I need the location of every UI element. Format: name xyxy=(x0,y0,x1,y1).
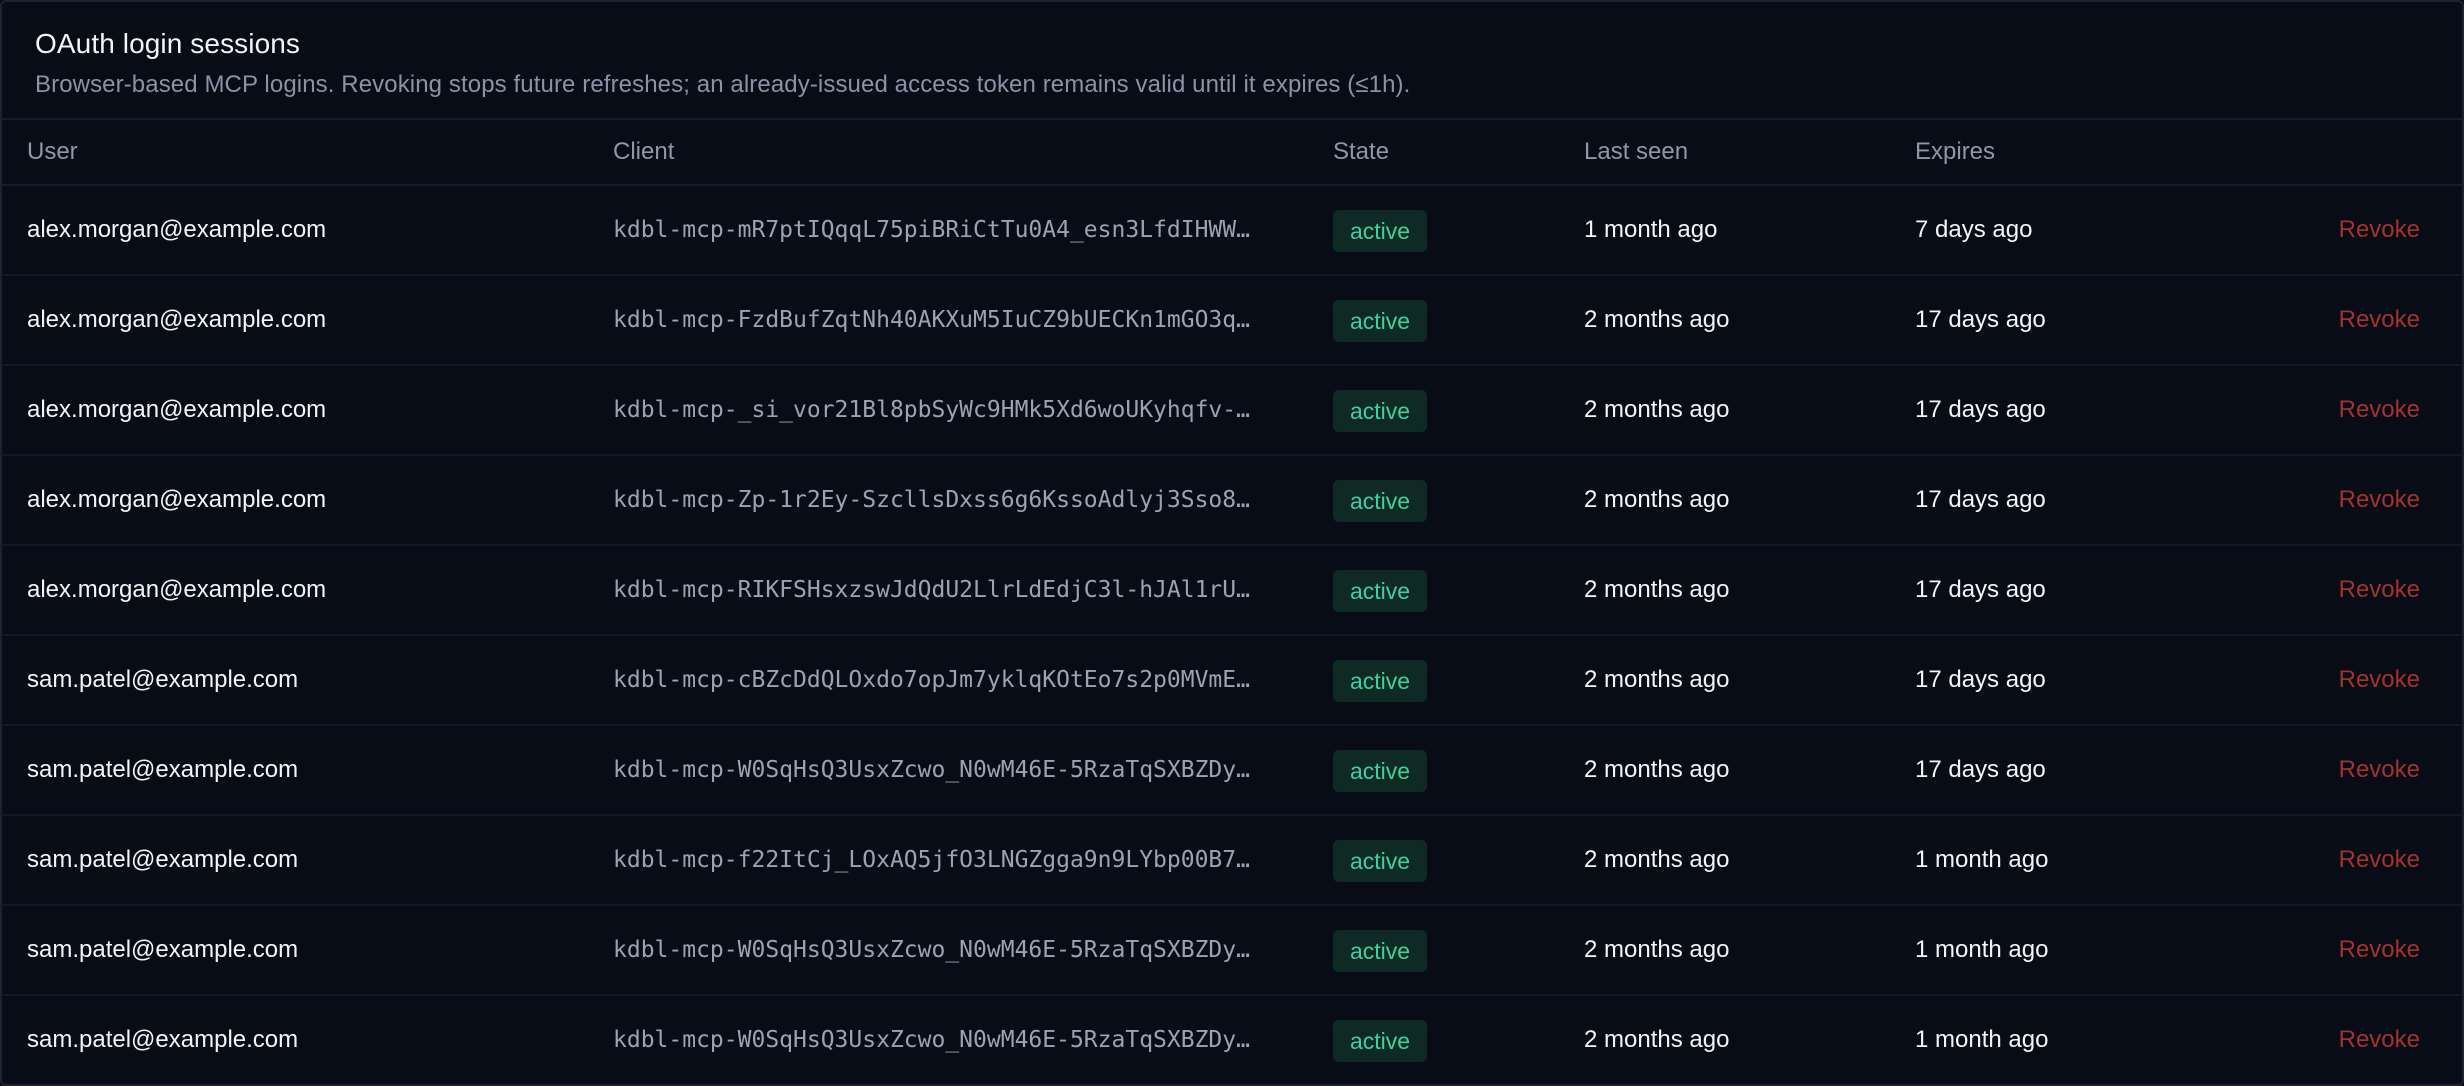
last-seen: 2 months ago xyxy=(1584,846,1730,873)
client-id: kdbl-mcp-mR7ptIQqqL75piBRiCtTu0A4_esn3Lf… xyxy=(613,217,1250,243)
last-seen: 2 months ago xyxy=(1584,666,1730,693)
revoke-button[interactable]: Revoke xyxy=(2339,636,2420,724)
table-row: alex.morgan@example.com kdbl-mcp-Zp-1r2E… xyxy=(2,456,2462,546)
user-email: sam.patel@example.com xyxy=(27,756,299,783)
expires: 17 days ago xyxy=(1915,666,2046,693)
page-title: OAuth login sessions xyxy=(35,28,301,59)
status-badge: active xyxy=(1333,569,1428,612)
client-id: kdbl-mcp-FzdBufZqtNh40AKXuM5IuCZ9bUECKn1… xyxy=(613,307,1250,333)
revoke-button[interactable]: Revoke xyxy=(2339,726,2420,814)
user-email: sam.patel@example.com xyxy=(27,936,299,963)
revoke-button[interactable]: Revoke xyxy=(2339,366,2420,454)
user-email: alex.morgan@example.com xyxy=(27,576,327,603)
last-seen: 2 months ago xyxy=(1584,1026,1730,1053)
last-seen: 2 months ago xyxy=(1584,756,1730,783)
column-header-expires: Expires xyxy=(1915,138,1996,165)
client-id: kdbl-mcp-f22ItCj_LOxAQ5jfO3LNGZgga9n9LYb… xyxy=(613,847,1250,873)
status-badge: active xyxy=(1333,1019,1428,1062)
status-badge: active xyxy=(1333,299,1428,342)
expires: 1 month ago xyxy=(1915,936,2049,963)
table-row: alex.morgan@example.com kdbl-mcp-mR7ptIQ… xyxy=(2,186,2462,276)
user-email: alex.morgan@example.com xyxy=(27,216,327,243)
revoke-button[interactable]: Revoke xyxy=(2339,816,2420,904)
status-badge: active xyxy=(1333,479,1428,522)
column-header-client: Client xyxy=(613,138,675,165)
status-badge: active xyxy=(1333,389,1428,432)
state-cell: active xyxy=(1333,276,1428,364)
client-id: kdbl-mcp-W0SqHsQ3UsxZcwo_N0wM46E-5RzaTqS… xyxy=(613,757,1250,783)
revoke-button[interactable]: Revoke xyxy=(2339,906,2420,994)
status-badge: active xyxy=(1333,209,1428,252)
revoke-button[interactable]: Revoke xyxy=(2339,546,2420,634)
page-subtitle: Browser-based MCP logins. Revoking stops… xyxy=(35,71,1411,98)
state-cell: active xyxy=(1333,546,1428,634)
revoke-button[interactable]: Revoke xyxy=(2339,276,2420,364)
table-row: sam.patel@example.com kdbl-mcp-f22ItCj_L… xyxy=(2,816,2462,906)
client-id: kdbl-mcp-Zp-1r2Ey-SzcllsDxss6g6KssoAdlyj… xyxy=(613,487,1250,513)
user-email: alex.morgan@example.com xyxy=(27,486,327,513)
table-row: sam.patel@example.com kdbl-mcp-W0SqHsQ3U… xyxy=(2,906,2462,996)
revoke-button[interactable]: Revoke xyxy=(2339,186,2420,274)
state-cell: active xyxy=(1333,726,1428,814)
table-row: alex.morgan@example.com kdbl-mcp-FzdBufZ… xyxy=(2,276,2462,366)
expires: 17 days ago xyxy=(1915,756,2046,783)
state-cell: active xyxy=(1333,906,1428,994)
client-id: kdbl-mcp-cBZcDdQLOxdo7opJm7yklqKOtEo7s2p… xyxy=(613,667,1250,693)
user-email: alex.morgan@example.com xyxy=(27,306,327,333)
user-email: sam.patel@example.com xyxy=(27,666,299,693)
state-cell: active xyxy=(1333,816,1428,904)
status-badge: active xyxy=(1333,929,1428,972)
client-id: kdbl-mcp-_si_vor21Bl8pbSyWc9HMk5Xd6woUKy… xyxy=(613,397,1250,423)
state-cell: active xyxy=(1333,456,1428,544)
last-seen: 2 months ago xyxy=(1584,576,1730,603)
client-id: kdbl-mcp-RIKFSHsxzswJdQdU2LlrLdEdjC3l-hJ… xyxy=(613,577,1250,603)
user-email: sam.patel@example.com xyxy=(27,846,299,873)
expires: 17 days ago xyxy=(1915,306,2046,333)
revoke-button[interactable]: Revoke xyxy=(2339,456,2420,544)
expires: 1 month ago xyxy=(1915,1026,2049,1053)
user-email: alex.morgan@example.com xyxy=(27,396,327,423)
expires: 1 month ago xyxy=(1915,846,2049,873)
oauth-sessions-panel: OAuth login sessions Browser-based MCP l… xyxy=(0,0,2464,1086)
status-badge: active xyxy=(1333,749,1428,792)
expires: 17 days ago xyxy=(1915,396,2046,423)
last-seen: 1 month ago xyxy=(1584,216,1718,243)
revoke-button[interactable]: Revoke xyxy=(2339,996,2420,1084)
column-header-last-seen: Last seen xyxy=(1584,138,1689,165)
table-row: alex.morgan@example.com kdbl-mcp-_si_vor… xyxy=(2,366,2462,456)
status-badge: active xyxy=(1333,659,1428,702)
table-header: User Client State Last seen Expires xyxy=(2,120,2462,186)
status-badge: active xyxy=(1333,839,1428,882)
last-seen: 2 months ago xyxy=(1584,306,1730,333)
column-header-state: State xyxy=(1333,138,1390,165)
state-cell: active xyxy=(1333,366,1428,454)
client-id: kdbl-mcp-W0SqHsQ3UsxZcwo_N0wM46E-5RzaTqS… xyxy=(613,937,1250,963)
state-cell: active xyxy=(1333,186,1428,274)
last-seen: 2 months ago xyxy=(1584,486,1730,513)
last-seen: 2 months ago xyxy=(1584,936,1730,963)
state-cell: active xyxy=(1333,636,1428,724)
table-row: alex.morgan@example.com kdbl-mcp-RIKFSHs… xyxy=(2,546,2462,636)
expires: 7 days ago xyxy=(1915,216,2033,243)
table-row: sam.patel@example.com kdbl-mcp-cBZcDdQLO… xyxy=(2,636,2462,726)
expires: 17 days ago xyxy=(1915,576,2046,603)
client-id: kdbl-mcp-W0SqHsQ3UsxZcwo_N0wM46E-5RzaTqS… xyxy=(613,1027,1250,1053)
expires: 17 days ago xyxy=(1915,486,2046,513)
user-email: sam.patel@example.com xyxy=(27,1026,299,1053)
column-header-user: User xyxy=(27,138,78,165)
table-row: sam.patel@example.com kdbl-mcp-W0SqHsQ3U… xyxy=(2,726,2462,816)
panel-header: OAuth login sessions Browser-based MCP l… xyxy=(2,2,2462,120)
last-seen: 2 months ago xyxy=(1584,396,1730,423)
sessions-table: User Client State Last seen Expires alex… xyxy=(2,120,2462,1084)
table-body: alex.morgan@example.com kdbl-mcp-mR7ptIQ… xyxy=(2,186,2462,1084)
table-row: sam.patel@example.com kdbl-mcp-W0SqHsQ3U… xyxy=(2,996,2462,1084)
state-cell: active xyxy=(1333,996,1428,1084)
